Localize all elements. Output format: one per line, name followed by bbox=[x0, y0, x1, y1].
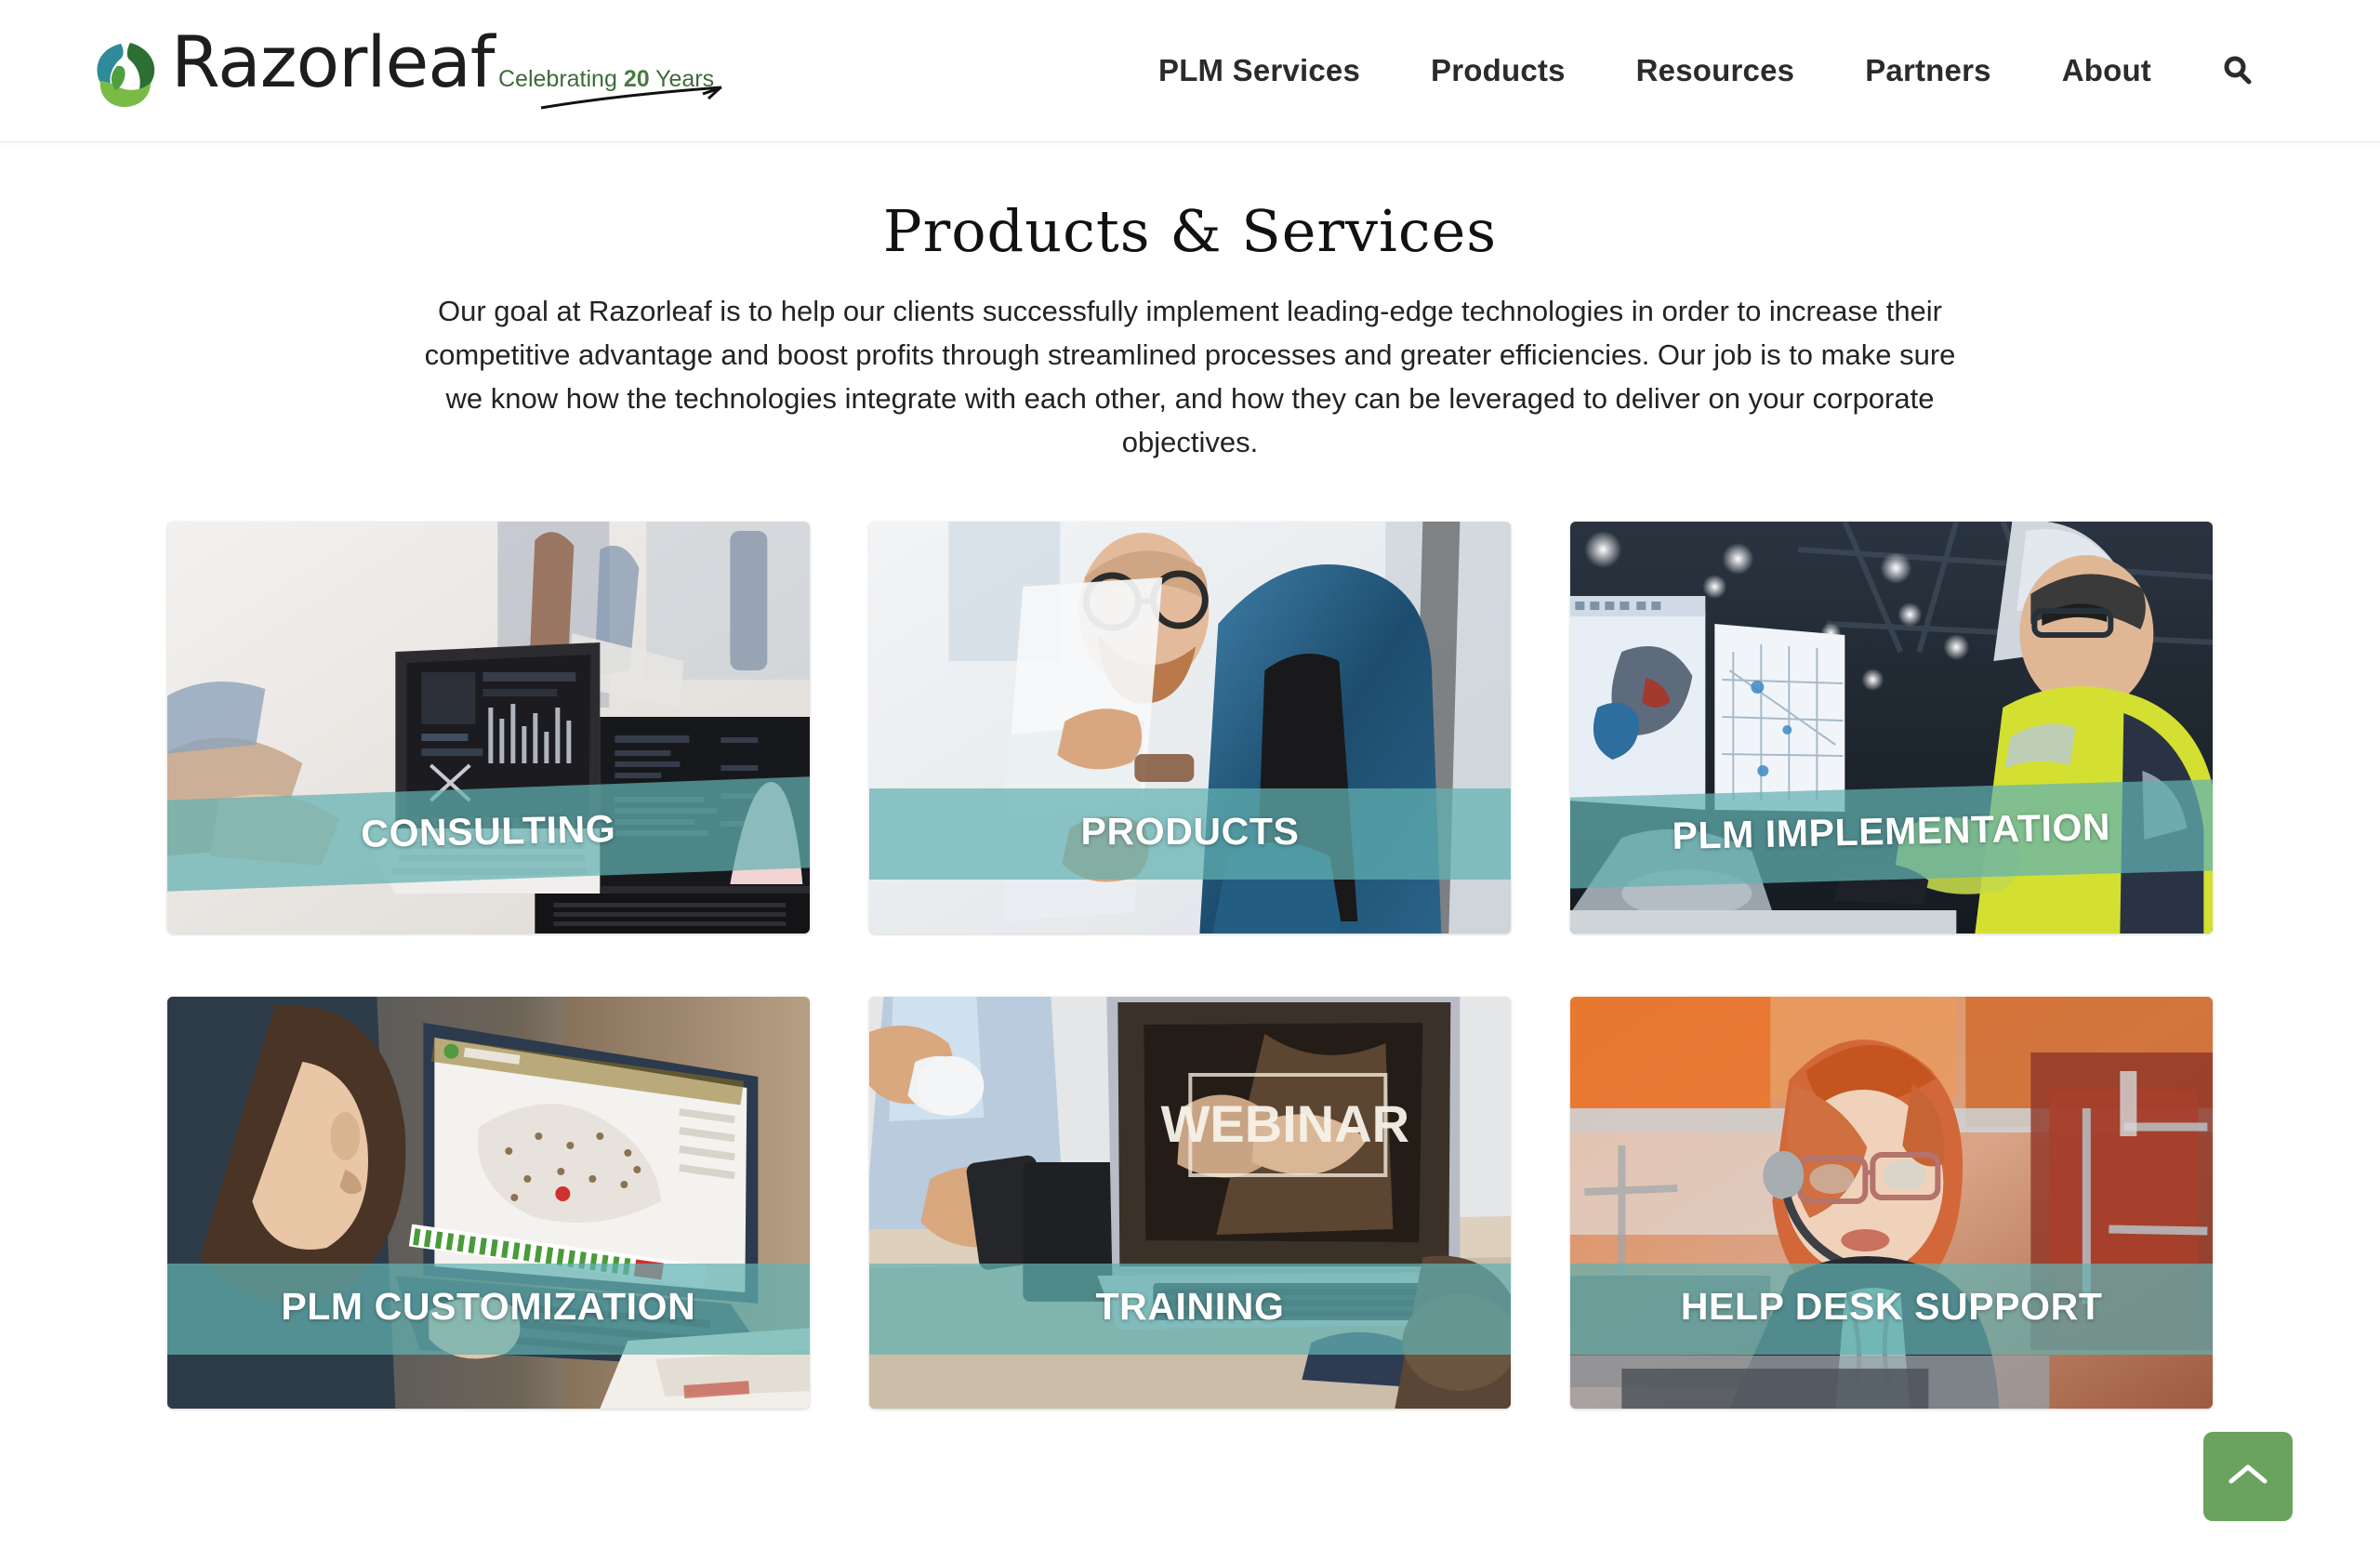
intro-section: Products & Services Our goal at Razorlea… bbox=[418, 197, 1962, 464]
nav-item-resources[interactable]: Resources bbox=[1601, 53, 1831, 88]
service-card-consulting[interactable]: CONSULTING bbox=[167, 522, 810, 934]
nav-item-about[interactable]: About bbox=[2027, 53, 2187, 88]
card-banner bbox=[167, 1264, 810, 1356]
page-content: Products & Services Our goal at Razorlea… bbox=[0, 141, 2380, 1410]
nav-item-partners[interactable]: Partners bbox=[1830, 53, 2027, 88]
site-logo[interactable]: Razorleaf Celebrating 20 Years bbox=[89, 27, 722, 114]
nav-item-products[interactable]: Products bbox=[1395, 53, 1601, 88]
nav-item-plm-services[interactable]: PLM Services bbox=[1123, 53, 1395, 88]
logo-wordmark: Razorleaf bbox=[171, 20, 496, 103]
card-banner bbox=[868, 788, 1512, 880]
razorleaf-leaf-swirl-icon bbox=[89, 34, 162, 114]
service-card-training[interactable]: WEBINAR TRAINING bbox=[868, 997, 1512, 1410]
service-card-help-desk-support[interactable]: HELP DESK SUPPORT bbox=[1570, 997, 2213, 1410]
chevron-up-icon bbox=[2228, 1461, 2268, 1493]
services-card-grid: CONSULTING PRODUCTS PLM IMPLEMENTATION P… bbox=[167, 522, 2213, 1410]
logo-swoosh-icon bbox=[539, 86, 725, 114]
page-title: Products & Services bbox=[882, 197, 1498, 265]
card-banner bbox=[868, 1264, 1512, 1356]
service-card-products[interactable]: PRODUCTS bbox=[868, 522, 1512, 934]
svg-text:WEBINAR: WEBINAR bbox=[1160, 1094, 1409, 1153]
card-banner bbox=[1570, 1264, 2213, 1356]
service-card-plm-implementation[interactable]: PLM IMPLEMENTATION bbox=[1570, 522, 2213, 934]
service-card-plm-customization[interactable]: PLM CUSTOMIZATION bbox=[167, 997, 810, 1410]
search-icon[interactable] bbox=[2187, 55, 2270, 86]
page-intro-text: Our goal at Razorleaf is to help our cli… bbox=[424, 295, 1956, 459]
scroll-to-top-button[interactable] bbox=[2203, 1432, 2293, 1521]
card-banner bbox=[1570, 779, 2213, 890]
main-navigation: PLM Services Products Resources Partners… bbox=[1123, 53, 2270, 88]
site-header: Razorleaf Celebrating 20 Years PLM Servi… bbox=[0, 0, 2380, 141]
